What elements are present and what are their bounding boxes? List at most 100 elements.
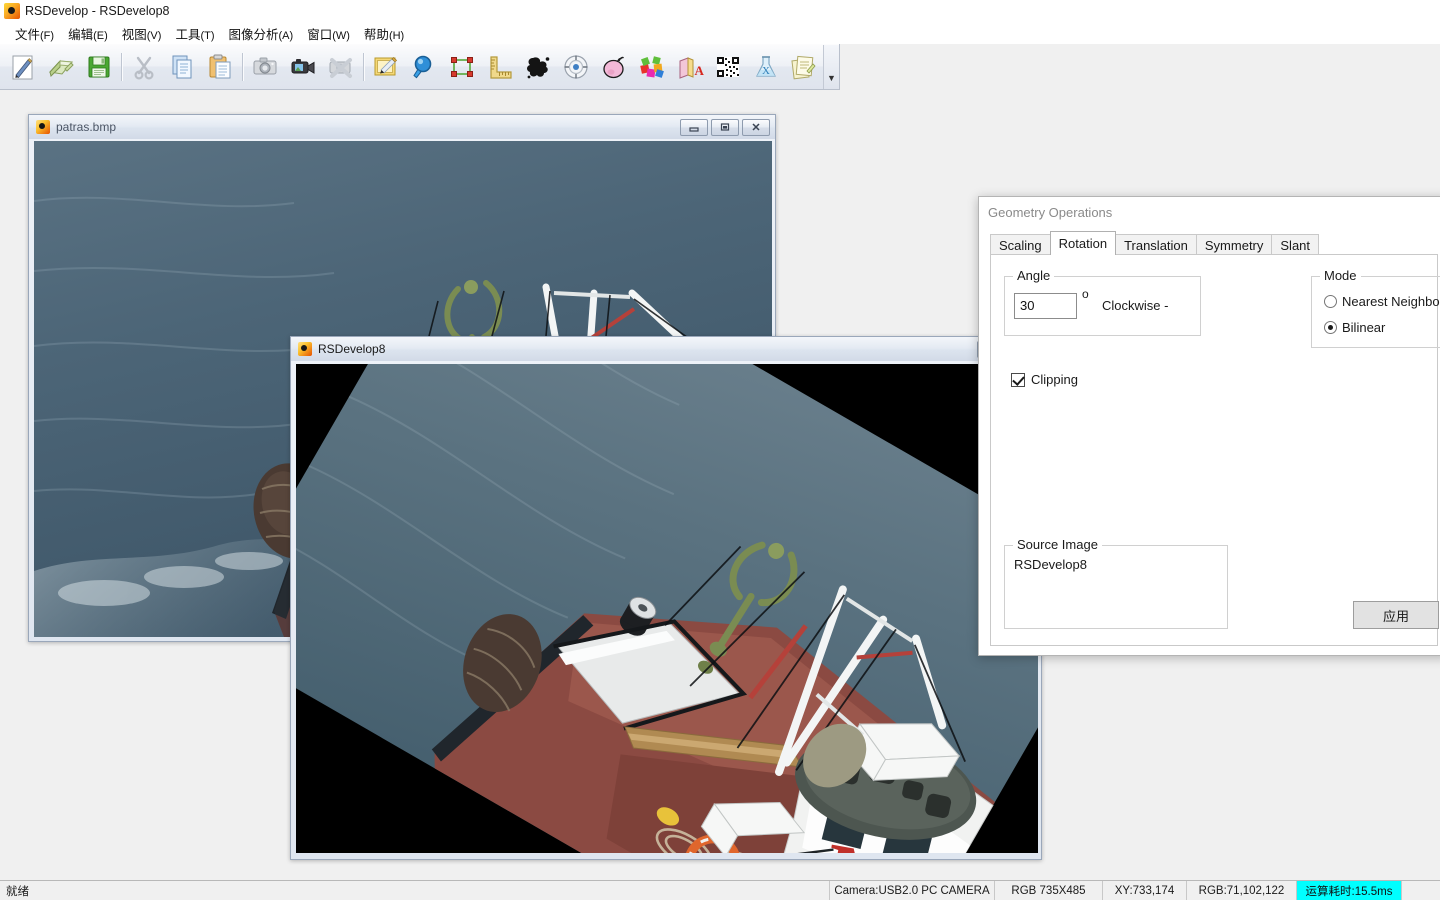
video-camera-icon[interactable]: [284, 47, 322, 87]
close-icon[interactable]: [742, 118, 770, 136]
qr-barcode-icon[interactable]: [709, 47, 747, 87]
open-book-icon[interactable]: [42, 47, 80, 87]
rsdevelop8-image-canvas[interactable]: M: [296, 364, 1038, 853]
dialog-title: Geometry Operations: [979, 197, 1440, 227]
status-spacer: [1402, 881, 1440, 900]
toolbar: A X ▼: [0, 44, 840, 90]
annotate-note-icon[interactable]: [367, 47, 405, 87]
menu-item-window[interactable]: 窗口(W): [300, 22, 357, 45]
toolbar-separator: [121, 52, 122, 81]
toolbar-separator: [242, 52, 243, 81]
menu-label: 图像分析: [228, 27, 279, 42]
restore-icon[interactable]: [711, 118, 739, 136]
clockwise-label: Clockwise -: [1102, 298, 1169, 313]
radio-bilinear[interactable]: Bilinear: [1324, 320, 1385, 335]
menu-label: 视图: [121, 27, 147, 42]
clipping-label: Clipping: [1031, 372, 1078, 387]
tab-translation[interactable]: Translation: [1115, 234, 1197, 255]
menu-item-image-analysis[interactable]: 图像分析(A): [222, 22, 301, 45]
menu-item-view[interactable]: 视图(V): [115, 22, 169, 45]
menu-mnemonic: (H): [388, 29, 405, 42]
menu-mnemonic: (V): [146, 29, 162, 42]
page-title: RSDevelop - RSDevelop8: [25, 4, 170, 18]
window-controls: [680, 118, 775, 136]
radio-label: Nearest Neighbor: [1342, 294, 1440, 309]
tab-symmetry[interactable]: Symmetry: [1195, 234, 1273, 255]
status-cursor-xy: XY:733,174: [1103, 881, 1187, 900]
pattern-match-icon[interactable]: [595, 47, 633, 87]
status-ready: 就绪: [0, 881, 830, 900]
ocr-text-icon[interactable]: A: [671, 47, 709, 87]
rsdevelop8-window[interactable]: RSDevelop8: [290, 336, 1042, 860]
new-document-icon[interactable]: [4, 47, 42, 87]
paste-clipboard-icon[interactable]: [201, 47, 239, 87]
image-doc-icon: [36, 120, 50, 134]
clipping-checkbox[interactable]: Clipping: [1011, 372, 1078, 387]
status-bar: 就绪 Camera:USB2.0 PC CAMERA RGB 735X485 X…: [0, 880, 1440, 900]
menu-mnemonic: (F): [40, 29, 55, 42]
zoom-magnifier-icon[interactable]: [405, 47, 443, 87]
title-bar: RSDevelop - RSDevelop8: [0, 0, 1440, 22]
dialog-tabstrip: Scaling Rotation Translation Symmetry Sl…: [990, 231, 1320, 255]
source-image-label: Source Image: [1013, 537, 1102, 552]
save-floppy-icon[interactable]: [80, 47, 118, 87]
source-image-value[interactable]: RSDevelop8: [1014, 557, 1087, 572]
target-circle-icon[interactable]: [557, 47, 595, 87]
toolbar-overflow-button[interactable]: ▼: [823, 44, 839, 89]
menu-label: 工具: [175, 27, 201, 42]
status-pixel-rgb: RGB:71,102,122: [1187, 881, 1297, 900]
menu-mnemonic: (E): [93, 29, 108, 42]
camera-disconnect-icon[interactable]: [322, 47, 360, 87]
tab-scaling[interactable]: Scaling: [990, 234, 1051, 255]
status-elapsed-time: 运算耗时:15.5ms: [1297, 881, 1402, 900]
report-pages-icon[interactable]: [785, 47, 823, 87]
menu-item-help[interactable]: 帮助(H): [357, 22, 411, 45]
copy-icon[interactable]: [163, 47, 201, 87]
window-title-label: patras.bmp: [56, 120, 117, 134]
menu-label: 文件: [15, 27, 41, 42]
angle-group-label: Angle: [1013, 268, 1055, 283]
roi-rectangle-icon[interactable]: [443, 47, 481, 87]
camera-icon[interactable]: [246, 47, 284, 87]
minimize-icon[interactable]: [680, 118, 708, 136]
image-doc-icon: [298, 342, 312, 356]
svg-text:A: A: [695, 63, 705, 78]
angle-input[interactable]: 30: [1014, 293, 1077, 319]
menu-label: 帮助: [363, 27, 389, 42]
measure-ruler-icon[interactable]: [481, 47, 519, 87]
radio-circle-icon: [1324, 295, 1337, 308]
menu-item-file[interactable]: 文件(F): [8, 22, 61, 45]
cut-scissors-icon[interactable]: [125, 47, 163, 87]
checkbox-checked-icon: [1011, 372, 1025, 387]
tab-rotation[interactable]: Rotation: [1049, 231, 1117, 255]
menu-label: 编辑: [68, 27, 94, 42]
status-camera: Camera:USB2.0 PC CAMERA: [830, 881, 995, 900]
menu-mnemonic: (T): [200, 29, 215, 42]
window-title-label: RSDevelop8: [318, 342, 386, 356]
radio-nearest-neighbor[interactable]: Nearest Neighbor: [1324, 294, 1440, 309]
degree-symbol: o: [1082, 287, 1089, 301]
rotation-tab-panel: Angle 30 o Clockwise - Mode Nearest Neig…: [990, 254, 1440, 646]
mode-group: Mode Nearest Neighbor Bilinear: [1311, 268, 1440, 348]
geometry-operations-dialog[interactable]: Geometry Operations Scaling Rotation Tra…: [978, 196, 1440, 656]
rsdevelop-app-icon: [4, 3, 20, 19]
toolbar-separator: [363, 52, 364, 81]
flask-calibration-icon[interactable]: X: [747, 47, 785, 87]
window-title-bar[interactable]: RSDevelop8: [291, 337, 1041, 361]
blob-splatter-icon[interactable]: [519, 47, 557, 87]
radio-label: Bilinear: [1342, 320, 1386, 335]
menu-item-edit[interactable]: 编辑(E): [61, 22, 115, 45]
color-blocks-icon[interactable]: [633, 47, 671, 87]
menu-mnemonic: (A): [278, 29, 294, 42]
status-image-size: RGB 735X485: [995, 881, 1103, 900]
radio-circle-selected-icon: [1324, 321, 1337, 334]
menu-label: 窗口: [307, 27, 333, 42]
menu-item-tools[interactable]: 工具(T): [168, 22, 221, 45]
apply-button[interactable]: 应用: [1353, 601, 1439, 629]
menu-mnemonic: (W): [332, 29, 350, 42]
menu-bar: 文件(F) 编辑(E) 视图(V) 工具(T) 图像分析(A) 窗口(W) 帮助…: [0, 22, 1440, 44]
source-image-group: Source Image RSDevelop8: [1004, 537, 1228, 629]
window-title-bar[interactable]: patras.bmp: [29, 115, 775, 139]
tab-slant[interactable]: Slant: [1271, 234, 1320, 255]
application-window: RSDevelop - RSDevelop8 文件(F) 编辑(E) 视图(V)…: [0, 0, 1440, 900]
